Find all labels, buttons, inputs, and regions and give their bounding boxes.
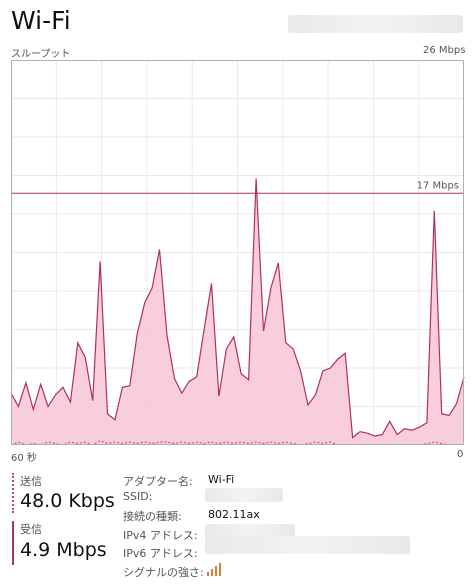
throughput-caption: スループット: [11, 49, 71, 60]
reference-line-label: 17 Mbps: [417, 180, 459, 191]
receive-label: 受信: [20, 523, 42, 536]
ipv6-label: IPv6 アドレス:: [123, 547, 198, 560]
adapter-name-value: Wi-Fi: [208, 473, 235, 486]
ssid-label: SSID:: [123, 490, 153, 503]
receive-indicator: [12, 521, 14, 565]
chart-max-label: 26 Mbps: [423, 45, 466, 56]
time-axis-label: 60 秒: [11, 453, 37, 464]
signal-strength-label: シグナルの強さ:: [123, 566, 204, 579]
adapter-name-label: アダプター名:: [123, 475, 193, 488]
connection-type-value: 802.11ax: [208, 508, 260, 521]
throughput-chart: 17 Mbps: [11, 60, 465, 445]
chart-min-label: 0: [457, 449, 464, 460]
redacted-ipv6: [205, 536, 410, 554]
send-indicator: [12, 473, 16, 513]
send-value: 48.0 Kbps: [20, 490, 115, 512]
connection-type-label: 接続の種類:: [123, 510, 182, 523]
send-label: 送信: [20, 475, 42, 488]
page-title: Wi-Fi: [11, 6, 71, 35]
redacted-ssid: [205, 488, 283, 502]
ipv4-label: IPv4 アドレス:: [123, 529, 198, 542]
redacted-adapter-name: [288, 15, 463, 33]
receive-value: 4.9 Mbps: [20, 539, 107, 561]
signal-strength-icon: [207, 563, 221, 576]
